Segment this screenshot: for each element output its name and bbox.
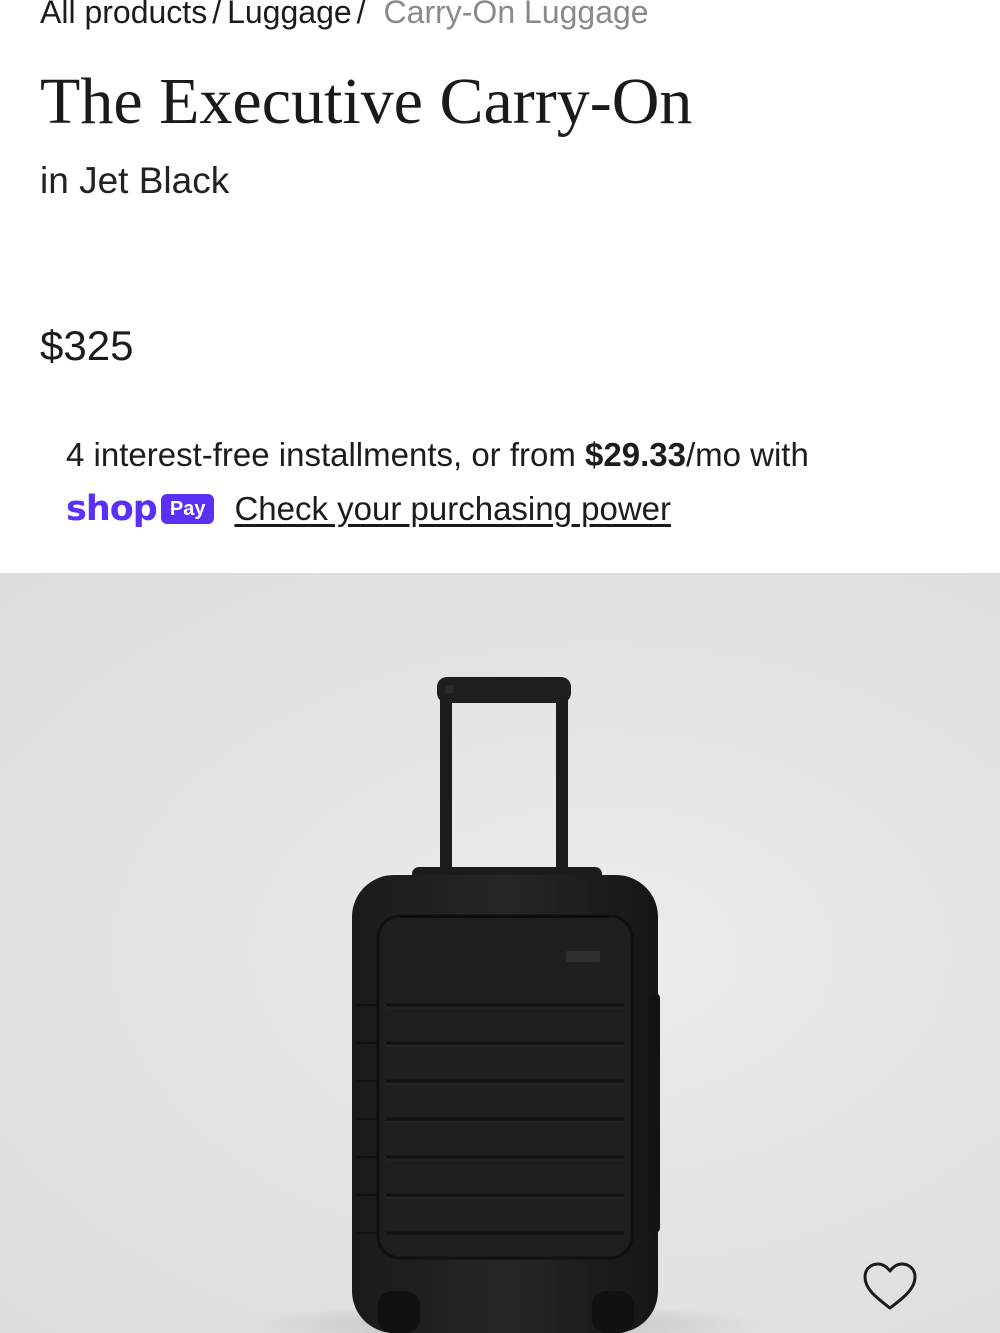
check-purchasing-power-link[interactable]: Check your purchasing power [234,486,671,532]
breadcrumb-current: Carry-On Luggage [383,0,649,30]
product-title: The Executive Carry-On [40,65,693,138]
product-price: $325 [40,322,134,369]
product-color-variant: in Jet Black [40,160,230,201]
breadcrumb-separator: / [356,0,366,30]
heart-outline-icon[interactable] [862,1261,918,1313]
shop-pay-logo-badge: Pay [160,494,215,524]
shop-pay-logo-word: shop [66,489,158,529]
breadcrumb-link-all-products[interactable]: All products [40,0,207,30]
breadcrumb-link-luggage[interactable]: Luggage [227,0,352,30]
breadcrumb-separator: / [212,0,222,30]
shop-pay-logo: shop Pay [66,486,215,532]
product-gallery[interactable] [0,573,1000,1333]
shop-pay-row: shop Pay Check your purchasing power [66,486,671,532]
installments-prefix: 4 interest-free installments, or from [66,436,586,473]
installments-text: 4 interest-free installments, or from $2… [66,432,809,478]
luggage-image [245,677,765,1333]
breadcrumb: All products / Luggage / Carry-On Luggage [40,0,649,36]
installments-suffix: /mo with [685,436,809,473]
installments-amount: $29.33 [585,436,686,473]
